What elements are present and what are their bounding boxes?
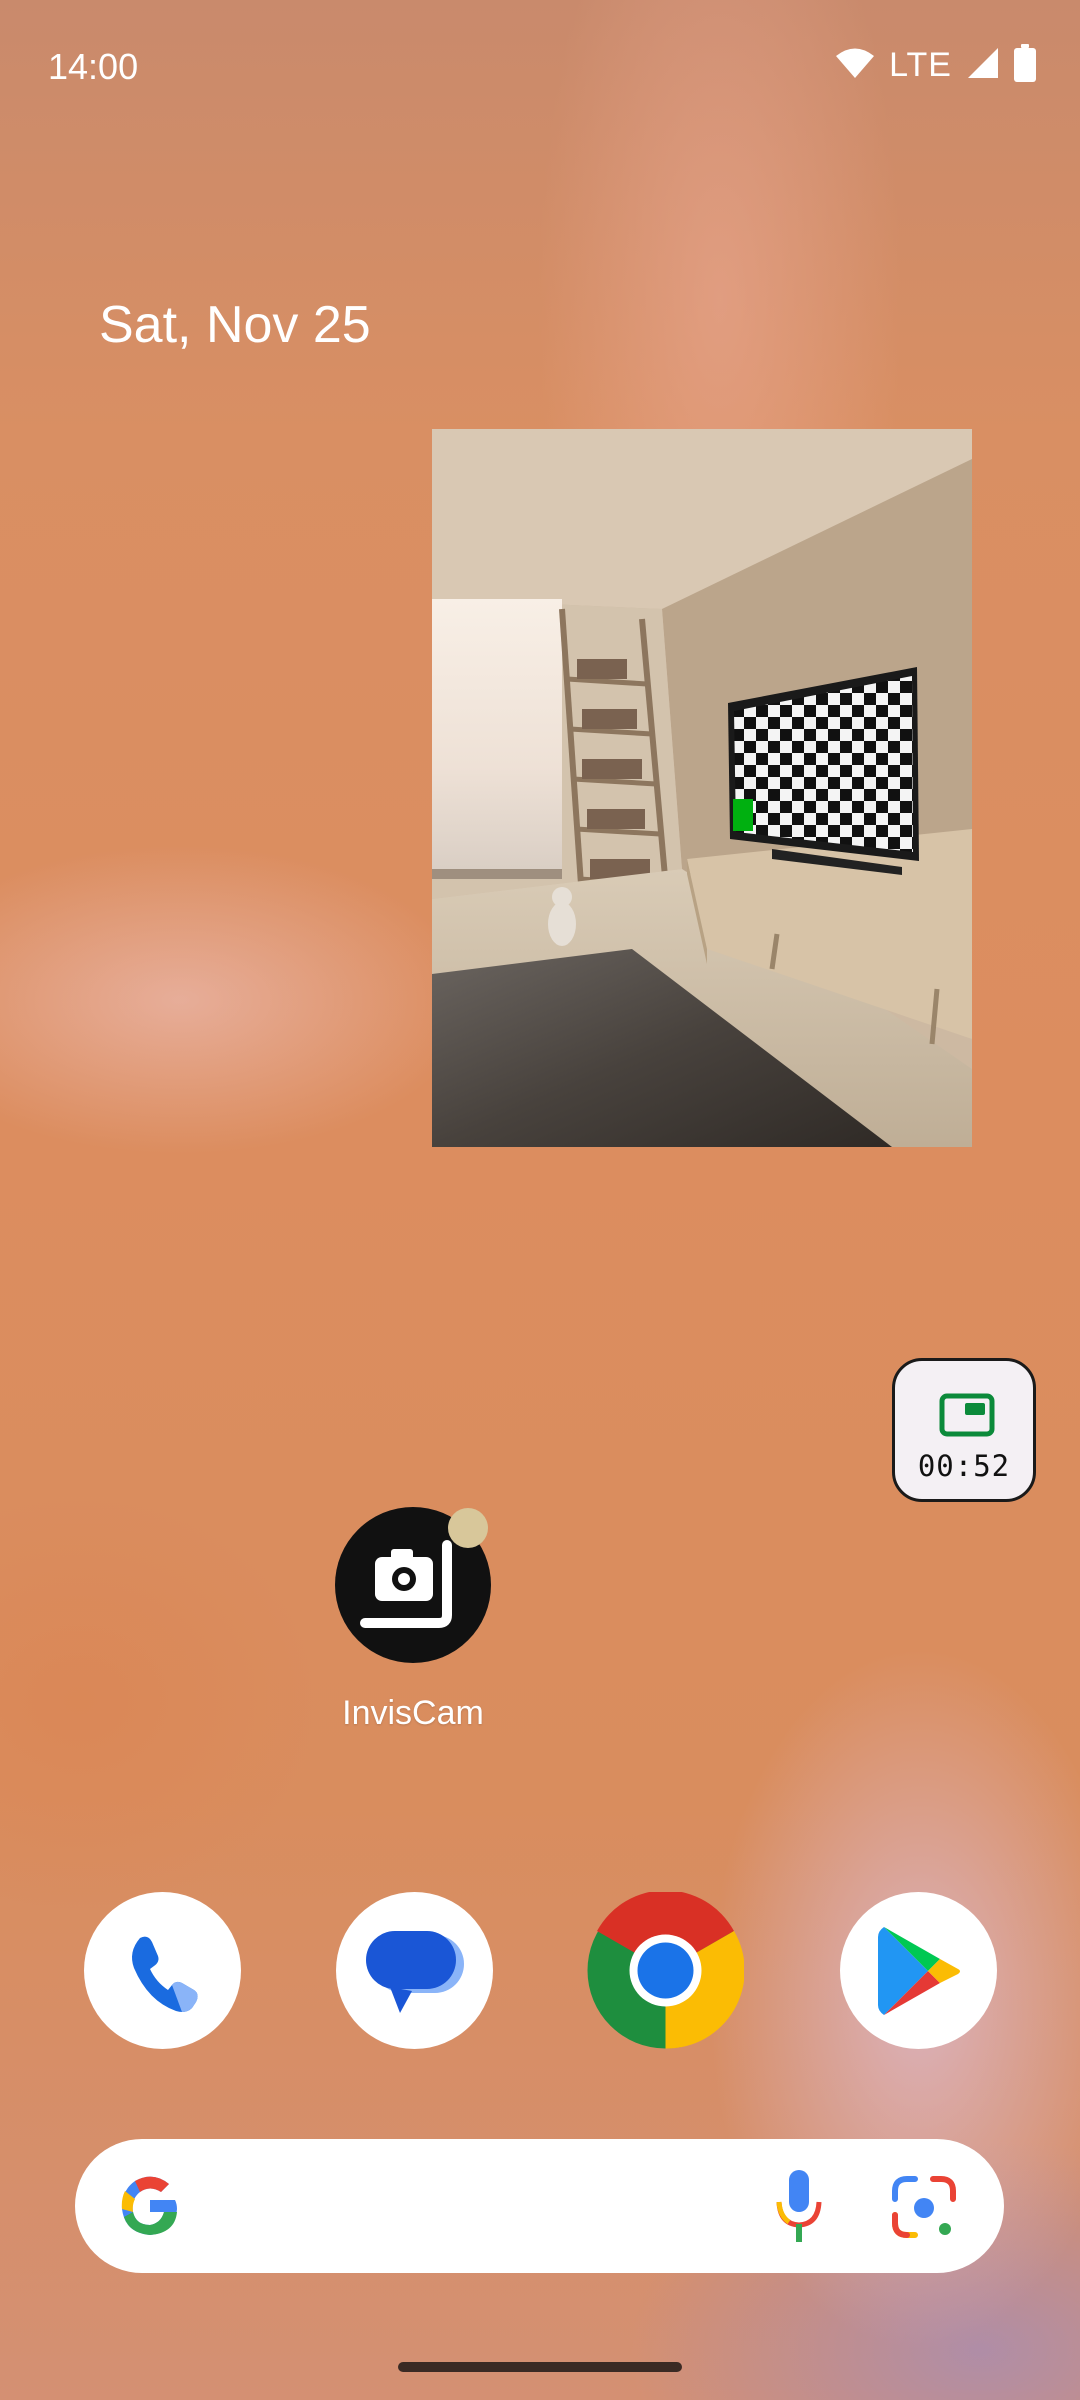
messages-app-icon[interactable] — [336, 1892, 493, 2049]
chrome-icon — [587, 1892, 744, 2049]
room-scene-image — [432, 429, 972, 1147]
lens-icon[interactable] — [891, 2173, 957, 2244]
phone-icon — [131, 1936, 198, 2012]
play-store-app-icon[interactable] — [840, 1892, 997, 2049]
status-icons: LTE — [835, 44, 1036, 87]
camera-preview-widget[interactable] — [432, 429, 972, 1147]
google-g-icon — [117, 2171, 183, 2246]
chrome-app-icon[interactable] — [587, 1892, 744, 2049]
notification-dot — [448, 1508, 488, 1548]
picture-in-picture-icon — [939, 1393, 995, 1442]
phone-app-icon[interactable] — [84, 1892, 241, 2049]
microphone-icon[interactable] — [772, 2168, 826, 2249]
date-widget[interactable]: Sat, Nov 25 — [99, 295, 371, 355]
network-type-label: LTE — [889, 46, 952, 84]
inviscam-app-label[interactable]: InvisCam — [300, 1694, 526, 1733]
battery-icon — [1014, 44, 1036, 87]
google-search-bar[interactable] — [75, 2139, 1004, 2273]
pip-timer-chip[interactable]: 00:52 — [892, 1358, 1036, 1502]
status-bar: 14:00 LTE — [0, 0, 1080, 130]
cell-signal-icon — [966, 46, 1000, 85]
wifi-icon — [835, 47, 875, 84]
status-time: 14:00 — [48, 46, 139, 87]
play-store-icon — [877, 1926, 960, 2015]
messages-icon — [365, 1930, 464, 2013]
gesture-nav-handle[interactable] — [398, 2362, 682, 2372]
pip-timer-text: 00:52 — [917, 1449, 1011, 1483]
